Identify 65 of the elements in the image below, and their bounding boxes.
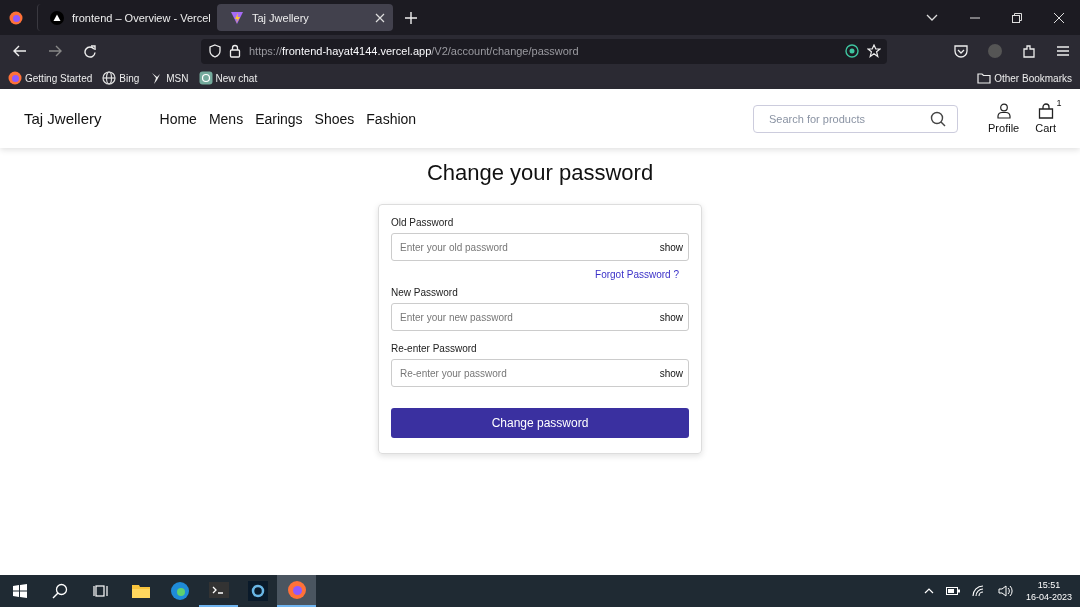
plus-icon[interactable] [405, 11, 417, 24]
browser-tab[interactable]: Taj Jwellery [217, 4, 393, 31]
cart-count: 1 [1056, 98, 1062, 108]
nav-link[interactable]: Shoes [314, 110, 355, 127]
nav-link[interactable]: Fashion [366, 110, 417, 127]
chat-logo-icon [198, 71, 213, 85]
bookmark-link[interactable]: MSN [149, 71, 189, 85]
person-icon[interactable] [996, 103, 1011, 119]
clock-date: 16-04-2023 [1025, 591, 1072, 603]
menu-icon[interactable] [1056, 45, 1070, 57]
bookmark-link[interactable]: Bing [102, 71, 140, 85]
lightning-logo-icon [230, 10, 244, 25]
cart-link[interactable]: Cart [1035, 122, 1056, 134]
restore-icon[interactable] [1012, 12, 1022, 23]
shield-icon [209, 44, 221, 58]
target-icon[interactable] [845, 44, 859, 58]
star-icon[interactable] [867, 44, 881, 58]
globe-icon [102, 71, 117, 85]
nav-link[interactable]: Mens [208, 110, 244, 127]
forgot-password-link[interactable]: Forgot Password ? [595, 269, 679, 280]
wifi-icon[interactable] [971, 585, 986, 597]
url-text: https://frontend-hayat4144.vercel.app/V2/account/change/password [249, 45, 579, 57]
clock[interactable]: 15:51 16-04-2023 [1025, 579, 1072, 603]
pocket-icon[interactable] [954, 44, 968, 58]
speaker-icon[interactable] [997, 585, 1014, 597]
profile-link[interactable]: Profile [988, 122, 1020, 134]
field-label: New Password [391, 287, 459, 298]
padlock-icon [229, 44, 241, 58]
tab-title: frontend – Overview - Vercel [72, 11, 211, 24]
field-label: Old Password [391, 217, 455, 228]
windows-start-icon[interactable] [13, 584, 27, 598]
forward-arrow-icon[interactable] [48, 45, 62, 57]
password-field[interactable]: Enter your old password show [391, 233, 689, 261]
chevron-up-icon[interactable] [923, 588, 934, 594]
bookmark-link[interactable]: Getting Started [8, 71, 93, 85]
shopping-bag-icon[interactable] [1037, 103, 1054, 119]
triangle-logo-icon [50, 10, 64, 25]
change-password-button[interactable]: Change password [391, 408, 689, 438]
brand-link[interactable]: Taj Jwellery [24, 110, 102, 127]
back-arrow-icon[interactable] [13, 45, 27, 57]
terminal-icon [208, 580, 229, 600]
tab-title: Taj Jwellery [252, 11, 310, 24]
search-icon[interactable] [930, 110, 947, 127]
page-heading: Change your password [426, 160, 654, 186]
show-button[interactable]: show [659, 241, 683, 253]
address-bar[interactable]: https://frontend-hayat4144.vercel.app/V2/account/change/password [201, 38, 887, 64]
field-label: Re-enter Password [391, 343, 478, 354]
close-icon[interactable] [375, 12, 385, 23]
clock-time: 15:51 [1037, 579, 1061, 591]
password-field[interactable]: Re-enter your password show [391, 359, 689, 387]
nav-link[interactable]: Earings [255, 110, 303, 127]
show-button[interactable]: show [659, 311, 683, 323]
task-view-icon[interactable] [93, 584, 109, 598]
folder-icon [977, 72, 992, 84]
nav-link[interactable]: Home [159, 110, 197, 127]
search-icon[interactable] [52, 583, 68, 599]
password-field[interactable]: Enter your new password show [391, 303, 689, 331]
chevron-down-icon[interactable] [926, 13, 938, 22]
close-icon[interactable] [1054, 12, 1064, 23]
bookmark-link[interactable]: New chat [198, 71, 258, 85]
show-button[interactable]: show [659, 367, 683, 379]
other-bookmarks-folder[interactable]: Other Bookmarks [977, 72, 1072, 84]
search-field[interactable]: Search for products [753, 104, 959, 133]
reload-icon[interactable] [83, 44, 96, 58]
battery-icon[interactable] [945, 587, 960, 595]
